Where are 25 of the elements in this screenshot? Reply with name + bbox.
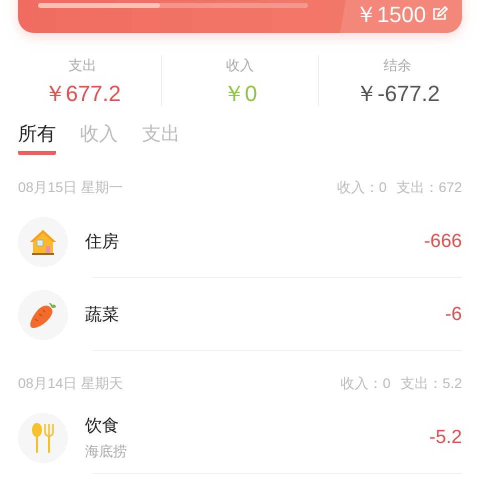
entry-amount: -5.2	[429, 426, 462, 448]
day-expense-total: 支出：672	[396, 178, 462, 197]
budget-amount: ￥1500	[355, 3, 426, 27]
day-income-total: 收入：0	[336, 178, 387, 197]
entry-note: 海底捞	[85, 442, 128, 460]
category-name: 住房	[85, 230, 120, 252]
day-date: 08月15日 星期一	[18, 178, 124, 197]
house-icon	[28, 228, 58, 256]
entry-amount: -6	[445, 304, 462, 326]
summary-value: ￥677.2	[44, 81, 121, 107]
day-expense-total: 支出：5.2	[400, 374, 462, 393]
summary-value: ￥0	[222, 81, 258, 107]
filter-tab[interactable]: 收入	[80, 124, 118, 155]
category-name: 蔬菜	[85, 304, 120, 326]
summary-label: 收入	[226, 56, 254, 75]
edit-icon[interactable]	[432, 6, 448, 22]
day-income-total: 收入：0	[340, 374, 391, 393]
summary-value: ￥-677.2	[355, 81, 440, 107]
entry-amount: -666	[424, 230, 462, 252]
category-name: 饮食	[85, 414, 120, 436]
filter-tab[interactable]: 支出	[142, 124, 180, 155]
summary-label: 支出	[68, 56, 96, 75]
summary-label: 结余	[384, 56, 412, 75]
day-date: 08月14日 星期天	[18, 374, 124, 393]
filter-tab[interactable]: 所有	[18, 124, 56, 155]
